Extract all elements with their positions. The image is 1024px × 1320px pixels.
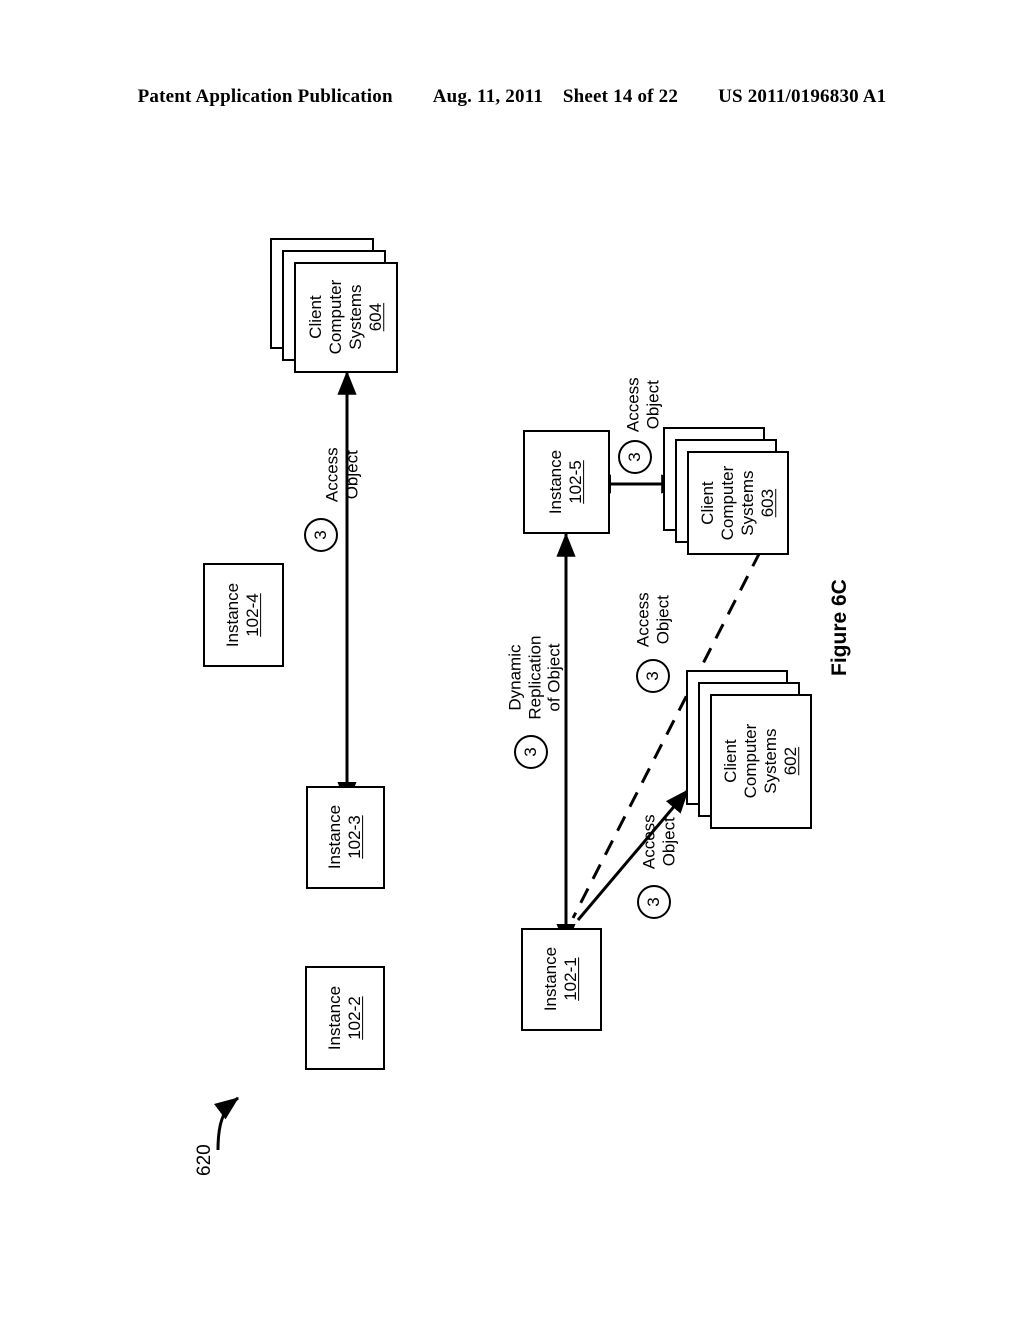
instance-102-3: Instance 102-3 [306, 786, 385, 889]
step-marker-3-access-object-604: 3 [304, 518, 338, 552]
instance-102-2: Instance 102-2 [305, 966, 385, 1070]
step-marker-3-access-object-603: 3 [618, 440, 652, 474]
step-marker-3-access-object-602-dashed: 3 [636, 659, 670, 693]
instance-102-2-label: Instance 102-2 [324, 985, 364, 1051]
instance-102-5: Instance 102-5 [523, 430, 610, 534]
instance-102-1-label: Instance 102-1 [541, 947, 581, 1012]
access-object-602-dashed-label: Access Object [633, 592, 672, 648]
client-computer-systems-604-label: Client Computer Systems 604 [305, 280, 386, 355]
instance-102-3-label: Instance 102-3 [325, 805, 365, 870]
figure-caption: Figure 6C [828, 579, 851, 676]
access-object-602-solid-label: Access Object [639, 814, 678, 870]
client-computer-systems-603: Client Computer Systems 603 [663, 427, 789, 555]
access-object-603-label: Access Object [623, 377, 662, 433]
reference-numeral-620: 620 [194, 1144, 215, 1176]
client-computer-systems-603-label: Client Computer Systems 603 [697, 465, 778, 541]
step-marker-3-access-object-602-solid: 3 [637, 885, 671, 919]
reference-620-leader [214, 1096, 239, 1151]
instance-102-4: Instance 102-4 [203, 563, 284, 667]
figure-6c-drawing: Client Computer Systems 604 Access Objec… [0, 0, 1024, 1320]
stack-front-layer: Client Computer Systems 604 [294, 262, 398, 373]
client-computer-systems-604: Client Computer Systems 604 [270, 238, 398, 373]
instance-102-4-label: Instance 102-4 [223, 582, 263, 648]
dynamic-replication-of-object-label: Dynamic Replication of Object [505, 635, 564, 720]
step-marker-3-dynamic-replication: 3 [514, 735, 548, 769]
stack-front-layer: Client Computer Systems 603 [687, 451, 789, 555]
client-computer-systems-602: Client Computer Systems 602 [686, 670, 812, 829]
stack-front-layer: Client Computer Systems 602 [710, 694, 812, 829]
access-object-604-label: Access Object [322, 447, 361, 503]
client-computer-systems-602-label: Client Computer Systems 602 [720, 724, 801, 799]
instance-102-1: Instance 102-1 [521, 928, 602, 1031]
instance-102-5-label: Instance 102-5 [546, 449, 586, 515]
